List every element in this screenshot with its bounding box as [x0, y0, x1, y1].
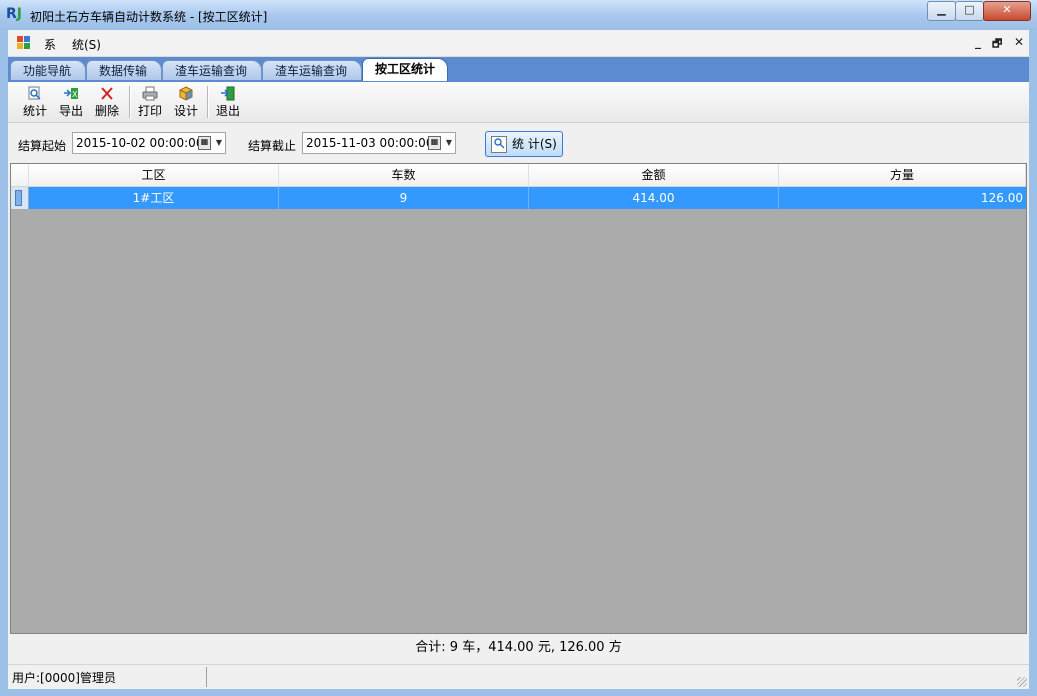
design-toolbar-label: 设计: [173, 104, 198, 118]
tab-transport-query-1[interactable]: 渣车运输查询: [162, 60, 262, 80]
status-bar: 用户:[0000]管理员: [8, 664, 1029, 689]
cell-amount[interactable]: 414.00: [529, 187, 779, 209]
maximize-button[interactable]: □: [955, 1, 984, 21]
design-cube-icon: [178, 86, 194, 101]
start-date-label: 结算起始: [18, 139, 67, 153]
mdi-close-button[interactable]: ✕: [1014, 35, 1024, 49]
mdi-frame: 系 统(S) _ 🗗 ✕ 功能导航 数据传输 渣车运输查询 渣车运输查询 按工区…: [8, 30, 1029, 689]
cell-truck-count[interactable]: 9: [279, 187, 529, 209]
magnifier-icon: [27, 86, 43, 101]
column-header-truck-count[interactable]: 车数: [279, 164, 529, 186]
column-header-amount[interactable]: 金额: [529, 164, 779, 186]
app-logo-icon: RJ: [6, 6, 22, 22]
toolbar-separator: [129, 86, 131, 118]
status-separator: [206, 667, 207, 687]
title-bar[interactable]: RJ 初阳土石方车辆自动计数系统 - [按工区统计] ▁ □ ✕: [0, 0, 1037, 30]
menu-bar: 系 统(S) _ 🗗 ✕: [8, 30, 1029, 57]
end-date-picker[interactable]: 2015-11-03 00:00:00 ▦ ▼: [302, 132, 456, 154]
delete-toolbar-button[interactable]: 删除: [90, 85, 124, 119]
row-indicator[interactable]: [11, 187, 29, 209]
cell-work-area[interactable]: 1#工区: [29, 187, 279, 209]
end-date-label: 结算截止: [248, 139, 297, 153]
magnifier-icon: [491, 136, 507, 153]
table-row[interactable]: 1#工区 9 414.00 126.00: [11, 187, 1026, 209]
chevron-down-icon[interactable]: ▼: [216, 133, 222, 153]
tab-function-nav[interactable]: 功能导航: [10, 60, 86, 80]
mdi-restore-button[interactable]: 🗗: [992, 35, 1002, 54]
mdi-minimize-button[interactable]: _: [975, 35, 981, 49]
print-toolbar-label: 打印: [137, 104, 162, 118]
svg-text:X: X: [72, 90, 78, 99]
print-toolbar-button[interactable]: 打印: [133, 85, 167, 119]
toolbar-separator: [207, 86, 209, 118]
start-date-picker[interactable]: 2015-10-02 00:00:00 ▦ ▼: [72, 132, 226, 154]
chevron-down-icon[interactable]: ▼: [446, 133, 452, 153]
calendar-icon[interactable]: ▦: [198, 136, 211, 150]
run-stats-button[interactable]: 统 计(S): [485, 131, 563, 157]
run-stats-label: 统 计(S): [512, 137, 557, 151]
export-toolbar-label: 导出: [58, 104, 83, 118]
filter-panel: 结算起始 2015-10-02 00:00:00 ▦ ▼ 结算截止 2015-1…: [8, 123, 1029, 161]
exit-toolbar-label: 退出: [215, 104, 240, 118]
resize-grip-icon[interactable]: [1017, 677, 1027, 687]
tab-data-transfer[interactable]: 数据传输: [86, 60, 162, 80]
exit-door-icon: [220, 86, 236, 101]
menu-item-system-1[interactable]: 系: [44, 36, 56, 53]
application-window: RJ 初阳土石方车辆自动计数系统 - [按工区统计] ▁ □ ✕ 系 统(S) …: [0, 0, 1037, 696]
column-header-work-area[interactable]: 工区: [29, 164, 279, 186]
printer-icon: [142, 86, 158, 101]
column-header-volume[interactable]: 方量: [779, 164, 1026, 186]
tab-by-work-area[interactable]: 按工区统计: [362, 58, 448, 81]
export-toolbar-button[interactable]: X 导出: [54, 85, 88, 119]
export-excel-icon: X: [63, 86, 79, 101]
status-user: 用户:[0000]管理员: [12, 671, 116, 685]
stats-toolbar-button[interactable]: 统计: [18, 85, 52, 119]
stats-toolbar-label: 统计: [22, 104, 47, 118]
start-date-value: 2015-10-02 00:00:00: [76, 136, 204, 150]
delete-toolbar-label: 删除: [94, 104, 119, 118]
window-title: 初阳土石方车辆自动计数系统 - [按工区统计]: [30, 10, 268, 24]
summary-total: 合计: 9 车，414.00 元, 126.00 方: [10, 634, 1027, 660]
calendar-icon[interactable]: ▦: [428, 136, 441, 150]
system-menu-icon[interactable]: [17, 36, 31, 49]
design-toolbar-button[interactable]: 设计: [169, 85, 203, 119]
end-date-value: 2015-11-03 00:00:00: [306, 136, 434, 150]
grid-header: 工区 车数 金额 方量: [11, 164, 1026, 187]
toolbar: 统计 X 导出 删除 打印 设计 退出: [8, 82, 1029, 123]
tab-strip: 功能导航 数据传输 渣车运输查询 渣车运输查询 按工区统计: [8, 57, 1029, 82]
data-grid[interactable]: 工区 车数 金额 方量 1#工区 9 414.00 126.00: [10, 163, 1027, 634]
tab-transport-query-2[interactable]: 渣车运输查询: [262, 60, 362, 80]
minimize-button[interactable]: ▁: [927, 1, 956, 21]
delete-x-icon: [99, 86, 115, 101]
row-indicator-header: [11, 164, 29, 186]
exit-toolbar-button[interactable]: 退出: [211, 85, 245, 119]
close-button[interactable]: ✕: [983, 1, 1031, 21]
cell-volume[interactable]: 126.00: [779, 187, 1026, 209]
menu-item-system-2[interactable]: 统(S): [72, 36, 101, 53]
